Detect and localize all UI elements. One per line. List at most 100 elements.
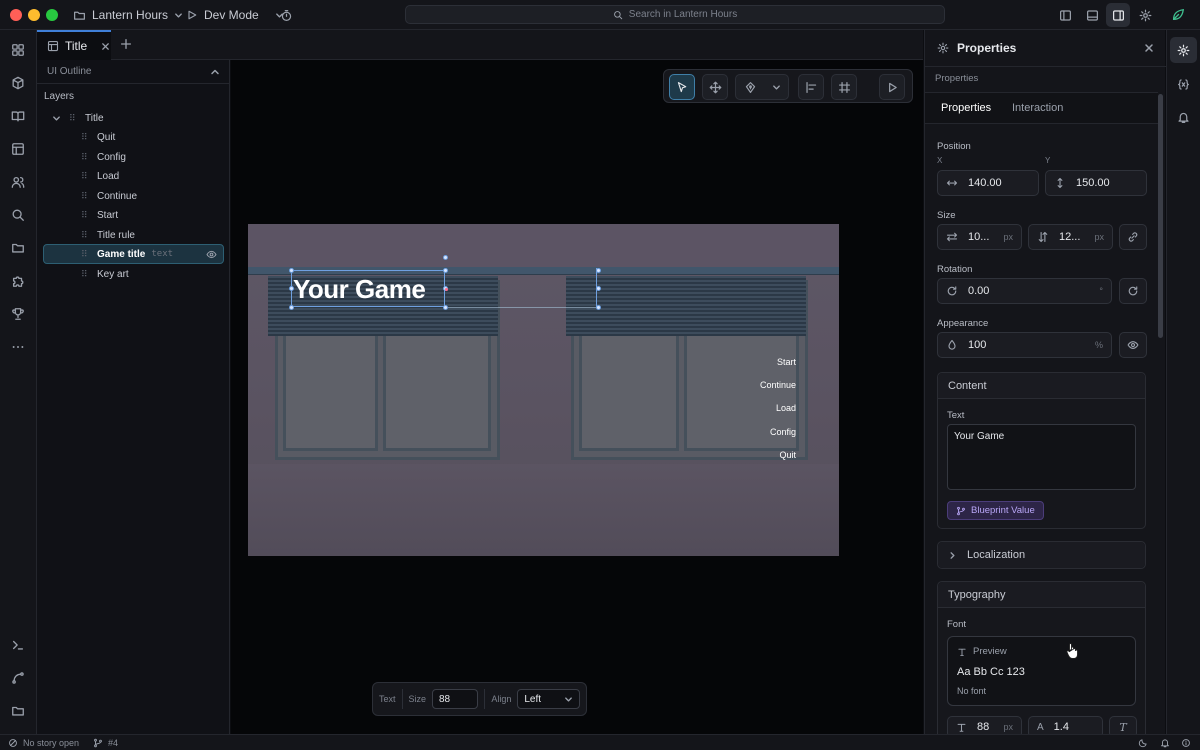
properties-scrollbar[interactable] — [1158, 92, 1164, 734]
resize-handle[interactable] — [596, 268, 601, 273]
maximize-window-button[interactable] — [46, 9, 58, 21]
layer-load[interactable]: ⠿ Load — [43, 166, 224, 186]
font-size-input[interactable]: 88 — [431, 689, 479, 709]
layer-quit[interactable]: ⠿ Quit — [43, 127, 224, 147]
resize-handle[interactable] — [443, 268, 448, 273]
blueprint-value-button[interactable]: Blueprint Value — [947, 501, 1044, 520]
timer-button[interactable] — [274, 3, 298, 27]
layer-continue[interactable]: ⠿ Continue — [43, 186, 224, 206]
settings-button[interactable] — [1133, 3, 1157, 27]
rotation-field[interactable]: 0.00 ° — [937, 278, 1112, 304]
close-window-button[interactable] — [10, 9, 22, 21]
new-tab-button[interactable] — [119, 37, 133, 51]
resize-handle[interactable] — [289, 286, 294, 291]
activity-characters[interactable] — [5, 169, 31, 195]
layer-start[interactable]: ⠿ Start — [43, 205, 224, 225]
activity-files[interactable] — [5, 235, 31, 261]
status-bell-icon[interactable] — [1160, 738, 1170, 748]
content-section-header[interactable]: Content — [938, 373, 1145, 399]
preview-play-button[interactable] — [879, 74, 905, 100]
select-tool-button[interactable] — [669, 74, 695, 100]
frame-tool-button[interactable] — [831, 74, 857, 100]
branch-status[interactable]: #4 — [93, 738, 118, 748]
move-tool-button[interactable] — [702, 74, 728, 100]
toggle-bottom-panel-button[interactable] — [1080, 3, 1104, 27]
size-width-field[interactable]: 10... px — [937, 224, 1022, 250]
activity-layouts[interactable] — [5, 136, 31, 162]
position-x-field[interactable]: 140.00 — [937, 170, 1039, 196]
rotate-handle[interactable] — [443, 255, 448, 260]
activity-open-folder[interactable] — [5, 698, 31, 724]
activity-dashboard[interactable] — [5, 37, 31, 63]
close-icon[interactable] — [101, 42, 110, 51]
minimize-window-button[interactable] — [28, 9, 40, 21]
toggle-left-panel-button[interactable] — [1053, 3, 1077, 27]
menu-quit[interactable]: Quit — [716, 450, 796, 460]
eye-icon[interactable] — [206, 249, 217, 260]
drag-handle-icon[interactable]: ⠿ — [69, 113, 79, 124]
layer-config[interactable]: ⠿ Config — [43, 147, 224, 167]
align-tool-button[interactable] — [798, 74, 824, 100]
menu-config[interactable]: Config — [716, 427, 796, 437]
position-y-field[interactable]: 150.00 — [1045, 170, 1147, 196]
toggle-right-panel-button[interactable] — [1106, 3, 1130, 27]
close-icon[interactable] — [1144, 43, 1154, 53]
resize-handle[interactable] — [596, 286, 601, 291]
notifications-toggle[interactable] — [1170, 104, 1197, 130]
font-picker[interactable]: Preview Aa Bb Cc 123 No font — [947, 636, 1136, 706]
pen-tool-dropdown[interactable] — [735, 74, 789, 100]
anchor-point[interactable] — [445, 288, 448, 291]
reset-rotation-button[interactable] — [1119, 278, 1147, 304]
resize-handle[interactable] — [596, 305, 601, 310]
outline-header[interactable]: UI Outline — [37, 60, 230, 84]
activity-achievements[interactable] — [5, 301, 31, 327]
localization-header[interactable]: Localization — [938, 542, 1145, 568]
menu-load[interactable]: Load — [716, 403, 796, 413]
drag-handle-icon[interactable]: ⠿ — [81, 191, 91, 202]
text-content-textarea[interactable]: Your Game — [947, 424, 1136, 490]
visibility-toggle[interactable] — [1119, 332, 1147, 358]
drag-handle-icon[interactable]: ⠿ — [81, 132, 91, 143]
tab-title[interactable]: Title — [37, 30, 111, 60]
properties-panel-toggle[interactable] — [1170, 37, 1197, 63]
resize-handle[interactable] — [443, 305, 448, 310]
layer-title-rule[interactable]: ⠿ Title rule — [43, 225, 224, 245]
drag-handle-icon[interactable]: ⠿ — [81, 152, 91, 163]
project-switcher[interactable]: Lantern Hours — [73, 0, 183, 30]
resize-handle[interactable] — [289, 268, 294, 273]
run-mode-selector[interactable]: Dev Mode — [186, 0, 284, 30]
variables-panel-toggle[interactable] — [1170, 71, 1197, 97]
resize-handle[interactable] — [289, 305, 294, 310]
drag-handle-icon[interactable]: ⠿ — [81, 171, 91, 182]
typography-header[interactable]: Typography — [938, 582, 1145, 608]
tab-properties[interactable]: Properties — [941, 102, 991, 114]
align-select[interactable]: Left — [517, 689, 580, 709]
size-height-field[interactable]: 12... px — [1028, 224, 1113, 250]
layer-key-art[interactable]: ⠿ Key art — [43, 264, 224, 284]
drag-handle-icon[interactable]: ⠿ — [81, 210, 91, 221]
menu-start[interactable]: Start — [716, 357, 796, 367]
chevron-down-icon[interactable] — [52, 114, 61, 123]
story-status[interactable]: No story open — [8, 738, 79, 748]
activity-plugins[interactable] — [5, 268, 31, 294]
activity-terminal[interactable] — [5, 632, 31, 658]
drag-handle-icon[interactable]: ⠿ — [81, 230, 91, 241]
tab-interaction[interactable]: Interaction — [1012, 102, 1063, 114]
activity-more[interactable] — [5, 334, 31, 360]
layer-game-title[interactable]: ⠿ Game title text — [43, 244, 224, 264]
activity-docs[interactable] — [5, 103, 31, 129]
link-dimensions-button[interactable] — [1119, 224, 1147, 250]
theme-toggle-icon[interactable] — [1138, 738, 1148, 748]
activity-assets[interactable] — [5, 70, 31, 96]
chevron-up-icon[interactable] — [210, 67, 220, 77]
drag-handle-icon[interactable]: ⠿ — [81, 269, 91, 280]
scene-preview[interactable]: Start Continue Load Config Quit Your Gam… — [248, 224, 839, 556]
activity-git[interactable] — [5, 665, 31, 691]
localization-section[interactable]: Localization — [937, 541, 1146, 569]
menu-continue[interactable]: Continue — [716, 380, 796, 390]
layer-root[interactable]: ⠿ Title — [43, 108, 224, 128]
search-input[interactable]: Search in Lantern Hours — [405, 5, 945, 24]
game-title[interactable]: Your Game — [293, 274, 426, 305]
info-icon[interactable] — [1181, 738, 1191, 748]
opacity-field[interactable]: 100 % — [937, 332, 1112, 358]
